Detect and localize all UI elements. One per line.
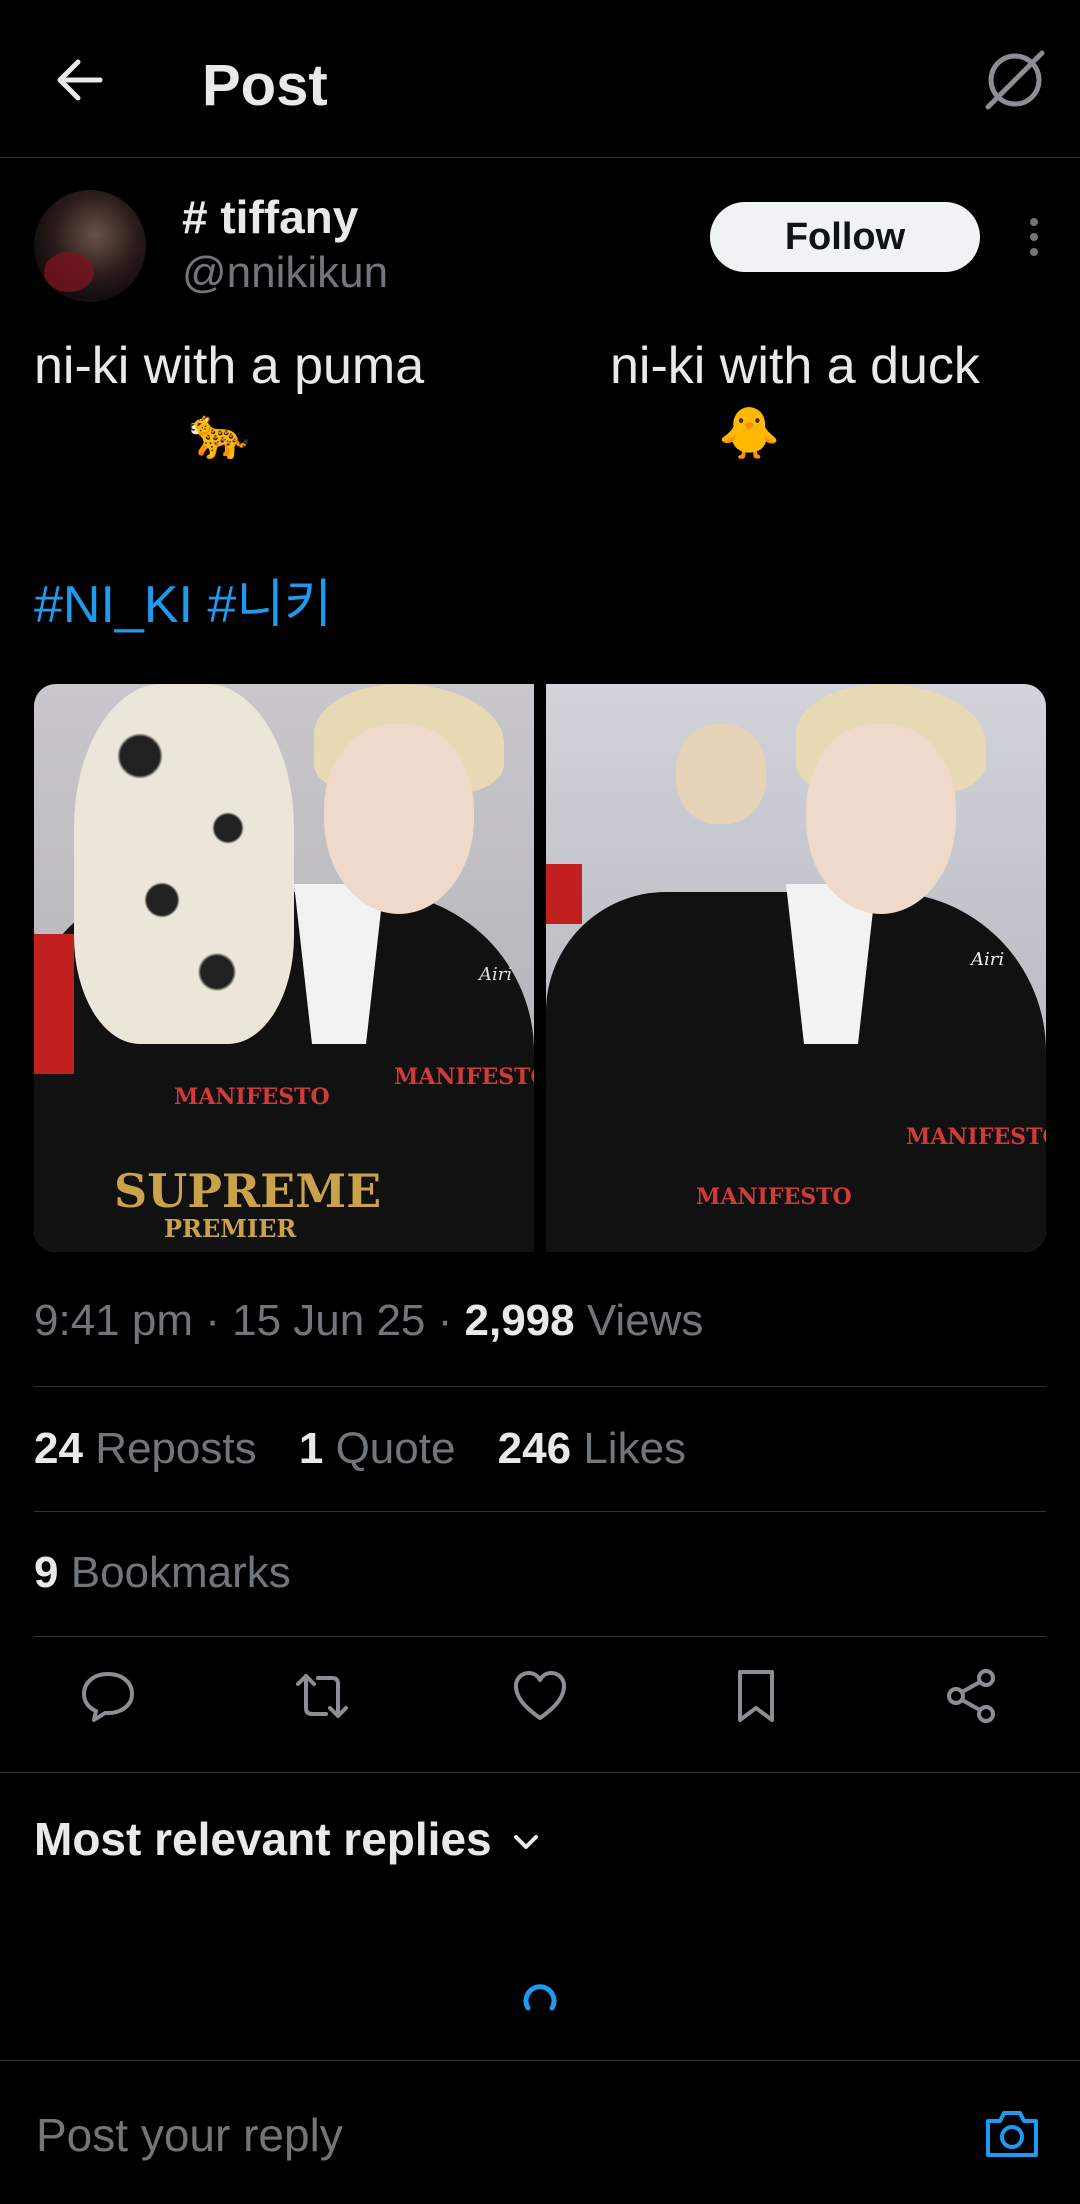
post-time: 9:41 pm (34, 1296, 193, 1345)
reply-input[interactable] (34, 2107, 938, 2163)
hashtags[interactable]: #NI_KI #니키 (34, 562, 332, 637)
post-date: 15 Jun 25 (232, 1296, 426, 1345)
loading-spinner-icon (523, 1984, 557, 2011)
repost-icon[interactable] (292, 1666, 352, 1726)
views-label: Views (586, 1296, 704, 1345)
photo-right[interactable]: MANIFESTO MANIFESTO Airi (546, 684, 1046, 1252)
like-heart-icon[interactable] (510, 1666, 570, 1726)
divider (34, 1511, 1046, 1512)
grok-icon[interactable] (980, 45, 1050, 115)
camera-icon[interactable] (982, 2105, 1042, 2161)
reply-icon[interactable] (78, 1666, 138, 1726)
top-bar: Post (0, 0, 1080, 158)
divider (34, 1386, 1046, 1387)
bookmarks-stat[interactable]: 9 Bookmarks (34, 1548, 291, 1598)
author-row: # tiffany @nnikikun Follow (34, 190, 1054, 310)
more-options-icon[interactable] (1014, 212, 1054, 262)
views-count: 2,998 (464, 1296, 575, 1345)
chick-emoji: 🐥 (718, 405, 781, 461)
divider (0, 1772, 1080, 1773)
reposts-stat[interactable]: 24 Reposts (34, 1424, 257, 1474)
back-arrow-icon[interactable] (50, 50, 110, 110)
share-icon[interactable] (942, 1666, 1002, 1726)
divider (34, 1636, 1046, 1637)
quotes-stat[interactable]: 1 Quote (299, 1424, 456, 1474)
author-display-name[interactable]: # tiffany (182, 190, 358, 244)
photo-left[interactable]: MANIFESTO MANIFESTO SUPREME PREMIER Airi (34, 684, 534, 1252)
avatar[interactable] (34, 190, 146, 302)
replies-sort-button[interactable]: Most relevant replies (34, 1812, 492, 1866)
post-text-right: ni-ki with a duck (610, 337, 980, 395)
engagement-stats: 24 Reposts 1 Quote 246 Likes (34, 1424, 716, 1474)
chevron-down-icon[interactable] (508, 1824, 544, 1860)
leopard-emoji: 🐆 (188, 405, 251, 461)
likes-stat[interactable]: 246 Likes (498, 1424, 686, 1474)
follow-button[interactable]: Follow (710, 202, 980, 272)
action-bar (0, 1666, 1080, 1742)
post-text-left: ni-ki with a puma (34, 337, 425, 395)
post-meta: 9:41 pm · 15 Jun 25 · 2,998 Views (34, 1296, 704, 1345)
bookmark-icon[interactable] (726, 1666, 786, 1726)
media-grid: MANIFESTO MANIFESTO SUPREME PREMIER Airi… (34, 684, 1046, 1252)
page-title: Post (202, 53, 328, 118)
author-handle[interactable]: @nnikikun (182, 248, 388, 298)
reply-composer (0, 2060, 1080, 2204)
